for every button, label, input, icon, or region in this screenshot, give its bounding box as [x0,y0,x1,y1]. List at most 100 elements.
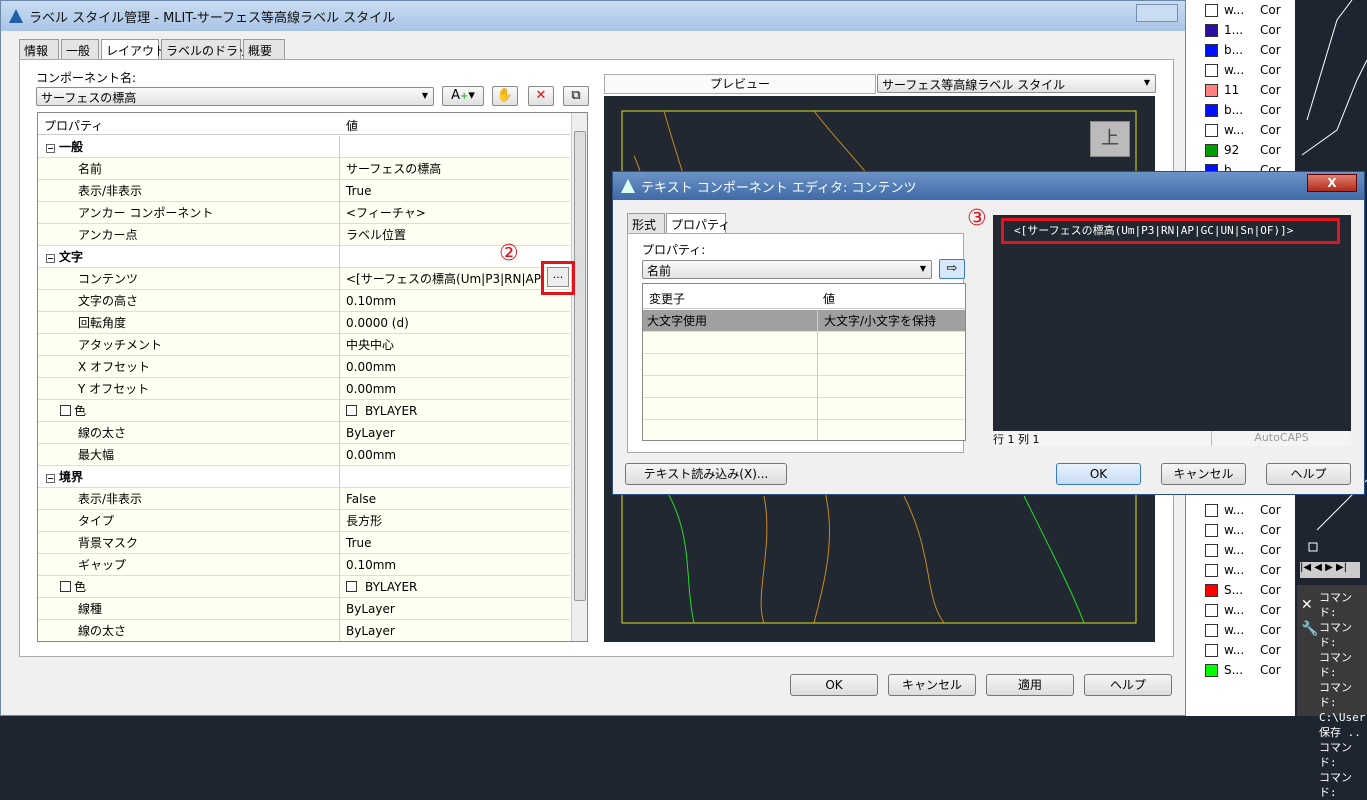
layer-row[interactable]: S... Cor [1185,580,1295,600]
layer-color-swatch[interactable] [1205,123,1218,137]
checkbox[interactable] [346,580,357,592]
collapse-icon[interactable]: − [46,143,55,153]
layer-row[interactable]: w... Cor [1185,0,1295,20]
checkbox[interactable] [60,580,71,592]
layer-row[interactable]: b... Cor [1185,100,1295,120]
property-value[interactable]: ByLayer [339,421,570,444]
property-value[interactable] [339,135,570,158]
viewcube-top[interactable]: 上 [1090,121,1130,157]
modifier-row[interactable] [643,397,965,420]
modifier-row[interactable] [643,375,965,398]
modifier-value[interactable] [817,419,965,440]
property-row[interactable]: 名前 サーフェスの標高 [38,157,570,180]
layer-color-swatch[interactable] [1205,523,1218,537]
property-row[interactable]: アンカー点 ラベル位置 [38,223,570,246]
property-row[interactable]: 背景マスク True [38,531,570,554]
property-value[interactable]: 0.10mm [339,289,570,312]
property-value[interactable] [339,245,570,268]
checkbox[interactable] [346,404,357,416]
layer-row[interactable]: w... Cor [1185,120,1295,140]
ok-button[interactable]: OK [790,674,878,696]
import-text-button[interactable]: テキスト読み込み(X)... [625,463,787,485]
property-value[interactable]: ByLayer [339,597,570,620]
close-button[interactable]: X [1307,174,1357,192]
layer-row[interactable]: w... Cor [1185,500,1295,520]
property-row[interactable]: 線の太さ ByLayer [38,421,570,444]
property-row[interactable]: 表示/非表示 False [38,487,570,510]
property-row[interactable]: 文字の高さ 0.10mm [38,289,570,312]
modifier-row[interactable] [643,419,965,440]
modifier-value[interactable] [817,331,965,354]
wrench-icon[interactable]: 🔧 [1301,621,1318,637]
layer-color-swatch[interactable] [1205,583,1218,597]
tab-format[interactable]: 形式 [627,213,665,234]
tab-3[interactable]: ラベルのドラッグ [161,39,262,60]
layer-color-swatch[interactable] [1205,563,1218,577]
insert-arrow-button[interactable]: ⇨ [939,259,965,279]
close-icon[interactable]: ✕ [1301,597,1313,613]
content-text[interactable]: <[サーフェスの標高(Um|P3|RN|AP|GC|UN|Sn|OF)]> [1001,218,1340,244]
property-value[interactable]: True [339,531,570,554]
modifier-value[interactable]: 大文字/小文字を保持 [817,309,965,332]
checkbox[interactable] [60,404,71,416]
category-row[interactable]: − 文字 [38,245,570,268]
layer-row[interactable]: 11 Cor [1185,80,1295,100]
collapse-icon[interactable]: − [46,473,55,483]
layer-color-swatch[interactable] [1205,543,1218,557]
property-row[interactable]: アタッチメント 中央中心 [38,333,570,356]
ok-button[interactable]: OK [1056,463,1141,485]
layer-color-swatch[interactable] [1205,23,1218,37]
layout-tab-nav[interactable]: |◀ ◀ ▶ ▶| [1300,562,1360,578]
close-button[interactable] [1136,4,1178,22]
property-row[interactable]: 色 BYLAYER [38,399,570,422]
add-component-button[interactable]: A+▾ [442,86,484,106]
tab-4[interactable]: 概要 [243,39,285,60]
layer-color-swatch[interactable] [1205,663,1218,677]
property-row[interactable]: コンテンツ <[サーフェスの標高(Um|P3|RN|AP [38,267,570,290]
category-row[interactable]: − 境界 [38,465,570,488]
layer-color-swatch[interactable] [1205,43,1218,57]
property-value[interactable]: 長方形 [339,509,570,532]
layer-row[interactable]: S... Cor [1185,660,1295,680]
modifier-row[interactable] [643,331,965,354]
property-row[interactable]: 表示/非表示 True [38,179,570,202]
layer-color-swatch[interactable] [1205,503,1218,517]
copy-component-button[interactable]: ✋ [492,86,518,106]
property-value[interactable]: ByLayer [339,619,570,641]
property-value[interactable]: True [339,179,570,202]
cancel-button[interactable]: キャンセル [1161,463,1246,485]
draw-order-icon[interactable]: ⧉ [563,86,589,106]
property-value[interactable]: 0.10mm [339,553,570,576]
component-name-dropdown[interactable]: サーフェスの標高 [36,87,434,106]
apply-button[interactable]: 適用 [986,674,1074,696]
property-value[interactable]: BYLAYER [339,575,570,598]
layer-row[interactable]: w... Cor [1185,600,1295,620]
help-button[interactable]: ヘルプ [1084,674,1172,696]
content-ellipsis-button[interactable]: ... [547,267,569,287]
property-value[interactable]: BYLAYER [339,399,570,422]
layer-color-swatch[interactable] [1205,3,1218,17]
property-row[interactable]: タイプ 長方形 [38,509,570,532]
layer-row[interactable]: w... Cor [1185,560,1295,580]
layer-row[interactable]: w... Cor [1185,540,1295,560]
layer-row[interactable]: w... Cor [1185,620,1295,640]
property-row[interactable]: 最大幅 0.00mm [38,443,570,466]
layer-row[interactable]: w... Cor [1185,60,1295,80]
property-row[interactable]: 線種 ByLayer [38,597,570,620]
property-value[interactable]: <フィーチャ> [339,201,570,224]
property-value[interactable]: <[サーフェスの標高(Um|P3|RN|AP [339,267,570,290]
cancel-button[interactable]: キャンセル [888,674,976,696]
layer-color-swatch[interactable] [1205,103,1218,117]
property-value[interactable]: 0.00mm [339,355,570,378]
property-value[interactable]: ラベル位置 [339,223,570,246]
modifier-value[interactable] [817,353,965,376]
property-dropdown[interactable]: 名前 [642,260,932,279]
property-value[interactable]: False [339,487,570,510]
modifier-row[interactable] [643,353,965,376]
property-row[interactable]: Y オフセット 0.00mm [38,377,570,400]
tab-1[interactable]: 一般 [61,39,99,60]
property-row[interactable]: 色 BYLAYER [38,575,570,598]
command-line[interactable]: ✕ 🔧 コマンド: コマンド: コマンド: コマンド: C:\User 保存 .. コマンド… [1297,585,1367,799]
layer-row[interactable]: b... Cor [1185,40,1295,60]
preview-style-dropdown[interactable]: サーフェス等高線ラベル スタイル [877,74,1156,93]
